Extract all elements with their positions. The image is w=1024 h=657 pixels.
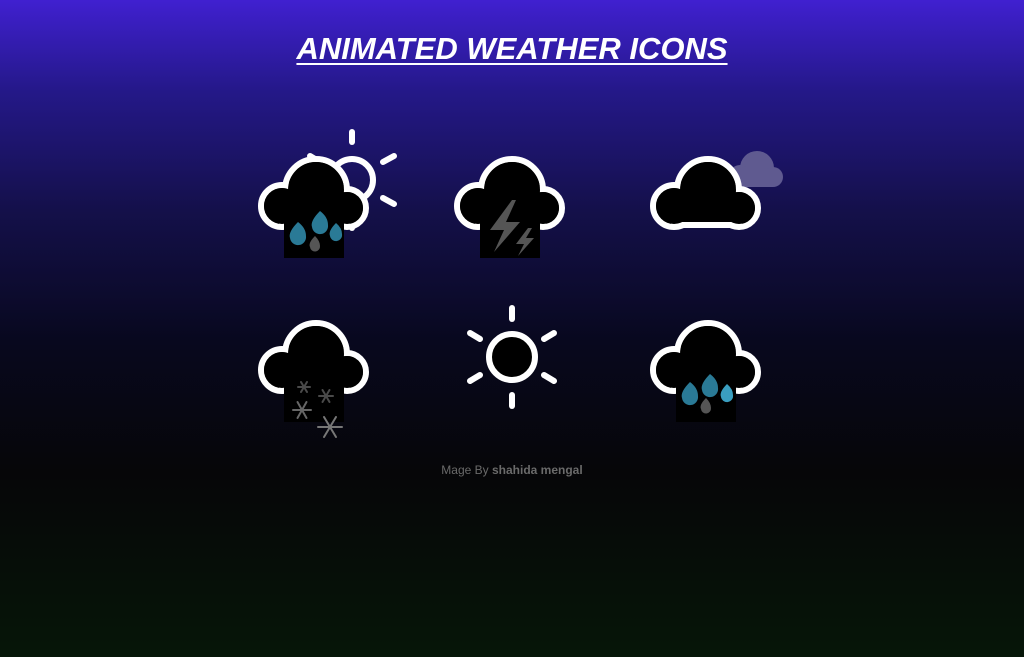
credit-prefix: Mage By [441,463,489,477]
cloudy-icon [604,118,804,278]
sunny-icon [412,278,612,438]
flurries-icon [212,282,412,442]
rainy-icon [604,282,804,442]
cloud-icon [258,320,369,422]
credit-line: Mage By shahida mengal [0,463,1024,477]
thunder-storm-icon [408,118,608,278]
sun-shower-icon [212,118,412,278]
credit-author: shahida mengal [492,463,583,477]
page-title: ANIMATED WEATHER ICONS [296,31,728,66]
sun-icon [467,305,557,409]
